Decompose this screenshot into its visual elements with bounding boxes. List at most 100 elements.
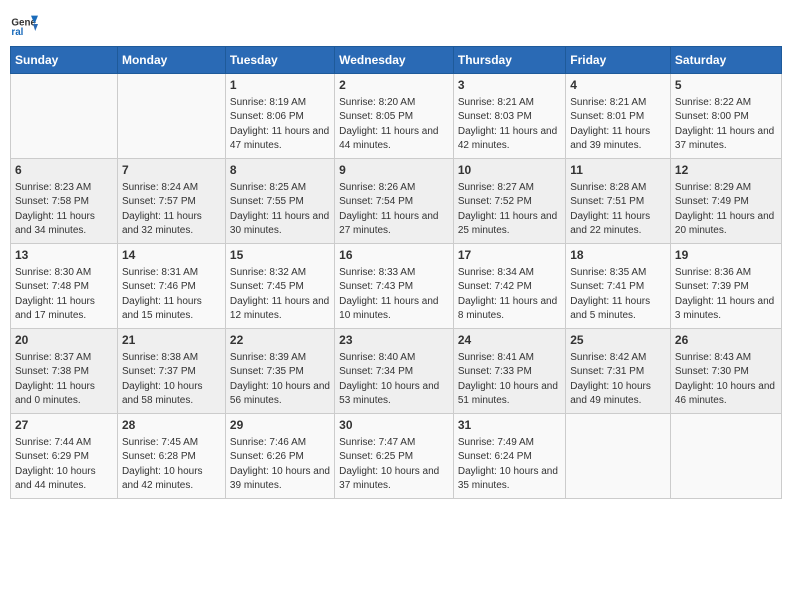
day-number: 6 [15,162,113,179]
calendar-week-3: 13 Sunrise: 8:30 AM Sunset: 7:48 PM Dayli… [11,244,782,329]
day-number: 24 [458,332,561,349]
day-number: 15 [230,247,330,264]
calendar-cell [117,74,225,159]
day-number: 31 [458,417,561,434]
weekday-header-friday: Friday [566,47,671,74]
day-number: 2 [339,77,449,94]
day-number: 8 [230,162,330,179]
calendar-cell: 10 Sunrise: 8:27 AM Sunset: 7:52 PM Dayli… [453,159,565,244]
day-info: Sunrise: 8:41 AM Sunset: 7:33 PM Dayligh… [458,351,561,409]
day-info: Sunrise: 8:31 AM Sunset: 7:46 PM Dayligh… [122,266,221,324]
header: Gene ral [10,10,782,38]
day-info: Sunrise: 8:19 AM Sunset: 8:06 PM Dayligh… [230,96,330,154]
day-info: Sunrise: 8:38 AM Sunset: 7:37 PM Dayligh… [122,351,221,409]
calendar-cell: 13 Sunrise: 8:30 AM Sunset: 7:48 PM Dayli… [11,244,118,329]
calendar-week-4: 20Sunrise: 8:37 AM Sunset: 7:38 PM Dayli… [11,329,782,414]
day-info: Sunrise: 8:30 AM Sunset: 7:48 PM Dayligh… [15,266,113,324]
logo-icon: Gene ral [10,10,38,38]
day-number: 12 [675,162,777,179]
day-info: Sunrise: 8:32 AM Sunset: 7:45 PM Dayligh… [230,266,330,324]
day-info: Sunrise: 8:42 AM Sunset: 7:31 PM Dayligh… [570,351,666,409]
day-number: 21 [122,332,221,349]
calendar-cell: 27Sunrise: 7:44 AM Sunset: 6:29 PM Dayli… [11,414,118,499]
day-info: Sunrise: 7:46 AM Sunset: 6:26 PM Dayligh… [230,436,330,494]
calendar-cell [566,414,671,499]
calendar-table: SundayMondayTuesdayWednesdayThursdayFrid… [10,46,782,499]
calendar-cell: 31 Sunrise: 7:49 AM Sunset: 6:24 PM Dayli… [453,414,565,499]
calendar-week-1: 1 Sunrise: 8:19 AM Sunset: 8:06 PM Daylig… [11,74,782,159]
calendar-cell: 22 Sunrise: 8:39 AM Sunset: 7:35 PM Dayli… [225,329,334,414]
day-info: Sunrise: 8:23 AM Sunset: 7:58 PM Dayligh… [15,181,113,239]
calendar-week-2: 6 Sunrise: 8:23 AM Sunset: 7:58 PM Daylig… [11,159,782,244]
calendar-cell: 19Sunrise: 8:36 AM Sunset: 7:39 PM Dayli… [670,244,781,329]
weekday-header-thursday: Thursday [453,47,565,74]
day-info: Sunrise: 7:49 AM Sunset: 6:24 PM Dayligh… [458,436,561,494]
day-info: Sunrise: 8:27 AM Sunset: 7:52 PM Dayligh… [458,181,561,239]
calendar-cell: 23 Sunrise: 8:40 AM Sunset: 7:34 PM Dayli… [335,329,454,414]
day-info: Sunrise: 8:21 AM Sunset: 8:03 PM Dayligh… [458,96,561,154]
day-number: 27 [15,417,113,434]
day-info: Sunrise: 8:35 AM Sunset: 7:41 PM Dayligh… [570,266,666,324]
day-number: 22 [230,332,330,349]
calendar-cell: 14 Sunrise: 8:31 AM Sunset: 7:46 PM Dayli… [117,244,225,329]
day-info: Sunrise: 8:28 AM Sunset: 7:51 PM Dayligh… [570,181,666,239]
calendar-cell: 26Sunrise: 8:43 AM Sunset: 7:30 PM Dayli… [670,329,781,414]
day-info: Sunrise: 7:47 AM Sunset: 6:25 PM Dayligh… [339,436,449,494]
day-number: 29 [230,417,330,434]
calendar-cell: 30 Sunrise: 7:47 AM Sunset: 6:25 PM Dayli… [335,414,454,499]
calendar-cell: 28Sunrise: 7:45 AM Sunset: 6:28 PM Dayli… [117,414,225,499]
svg-text:ral: ral [11,27,23,38]
calendar-cell: 8Sunrise: 8:25 AM Sunset: 7:55 PM Daylig… [225,159,334,244]
day-number: 30 [339,417,449,434]
calendar-cell: 15 Sunrise: 8:32 AM Sunset: 7:45 PM Dayli… [225,244,334,329]
day-number: 3 [458,77,561,94]
day-info: Sunrise: 8:26 AM Sunset: 7:54 PM Dayligh… [339,181,449,239]
day-number: 25 [570,332,666,349]
calendar-week-5: 27Sunrise: 7:44 AM Sunset: 6:29 PM Dayli… [11,414,782,499]
weekday-header-tuesday: Tuesday [225,47,334,74]
logo: Gene ral [10,10,42,38]
day-info: Sunrise: 8:21 AM Sunset: 8:01 PM Dayligh… [570,96,666,154]
day-info: Sunrise: 8:29 AM Sunset: 7:49 PM Dayligh… [675,181,777,239]
calendar-cell: 18Sunrise: 8:35 AM Sunset: 7:41 PM Dayli… [566,244,671,329]
day-info: Sunrise: 7:45 AM Sunset: 6:28 PM Dayligh… [122,436,221,494]
day-number: 14 [122,247,221,264]
day-number: 10 [458,162,561,179]
day-number: 1 [230,77,330,94]
weekday-header-wednesday: Wednesday [335,47,454,74]
calendar-cell: 5 Sunrise: 8:22 AM Sunset: 8:00 PM Daylig… [670,74,781,159]
calendar-cell: 29 Sunrise: 7:46 AM Sunset: 6:26 PM Dayli… [225,414,334,499]
day-number: 5 [675,77,777,94]
day-number: 13 [15,247,113,264]
day-number: 16 [339,247,449,264]
day-number: 26 [675,332,777,349]
weekday-header-row: SundayMondayTuesdayWednesdayThursdayFrid… [11,47,782,74]
day-number: 23 [339,332,449,349]
calendar-cell: 9 Sunrise: 8:26 AM Sunset: 7:54 PM Daylig… [335,159,454,244]
calendar-cell: 20Sunrise: 8:37 AM Sunset: 7:38 PM Dayli… [11,329,118,414]
calendar-cell: 11Sunrise: 8:28 AM Sunset: 7:51 PM Dayli… [566,159,671,244]
calendar-cell: 12 Sunrise: 8:29 AM Sunset: 7:49 PM Dayli… [670,159,781,244]
day-info: Sunrise: 8:22 AM Sunset: 8:00 PM Dayligh… [675,96,777,154]
day-info: Sunrise: 8:20 AM Sunset: 8:05 PM Dayligh… [339,96,449,154]
day-number: 7 [122,162,221,179]
day-info: Sunrise: 8:39 AM Sunset: 7:35 PM Dayligh… [230,351,330,409]
day-info: Sunrise: 8:40 AM Sunset: 7:34 PM Dayligh… [339,351,449,409]
calendar-cell [11,74,118,159]
day-info: Sunrise: 8:34 AM Sunset: 7:42 PM Dayligh… [458,266,561,324]
day-number: 4 [570,77,666,94]
calendar-cell: 4 Sunrise: 8:21 AM Sunset: 8:01 PM Daylig… [566,74,671,159]
calendar-cell: 6 Sunrise: 8:23 AM Sunset: 7:58 PM Daylig… [11,159,118,244]
calendar-body: 1 Sunrise: 8:19 AM Sunset: 8:06 PM Daylig… [11,74,782,499]
calendar-cell: 7Sunrise: 8:24 AM Sunset: 7:57 PM Daylig… [117,159,225,244]
calendar-cell: 1 Sunrise: 8:19 AM Sunset: 8:06 PM Daylig… [225,74,334,159]
calendar-cell: 24 Sunrise: 8:41 AM Sunset: 7:33 PM Dayli… [453,329,565,414]
calendar-header: SundayMondayTuesdayWednesdayThursdayFrid… [11,47,782,74]
calendar-cell [670,414,781,499]
weekday-header-sunday: Sunday [11,47,118,74]
calendar-cell: 17Sunrise: 8:34 AM Sunset: 7:42 PM Dayli… [453,244,565,329]
calendar-cell: 21 Sunrise: 8:38 AM Sunset: 7:37 PM Dayli… [117,329,225,414]
day-number: 9 [339,162,449,179]
weekday-header-monday: Monday [117,47,225,74]
calendar-cell: 25 Sunrise: 8:42 AM Sunset: 7:31 PM Dayli… [566,329,671,414]
